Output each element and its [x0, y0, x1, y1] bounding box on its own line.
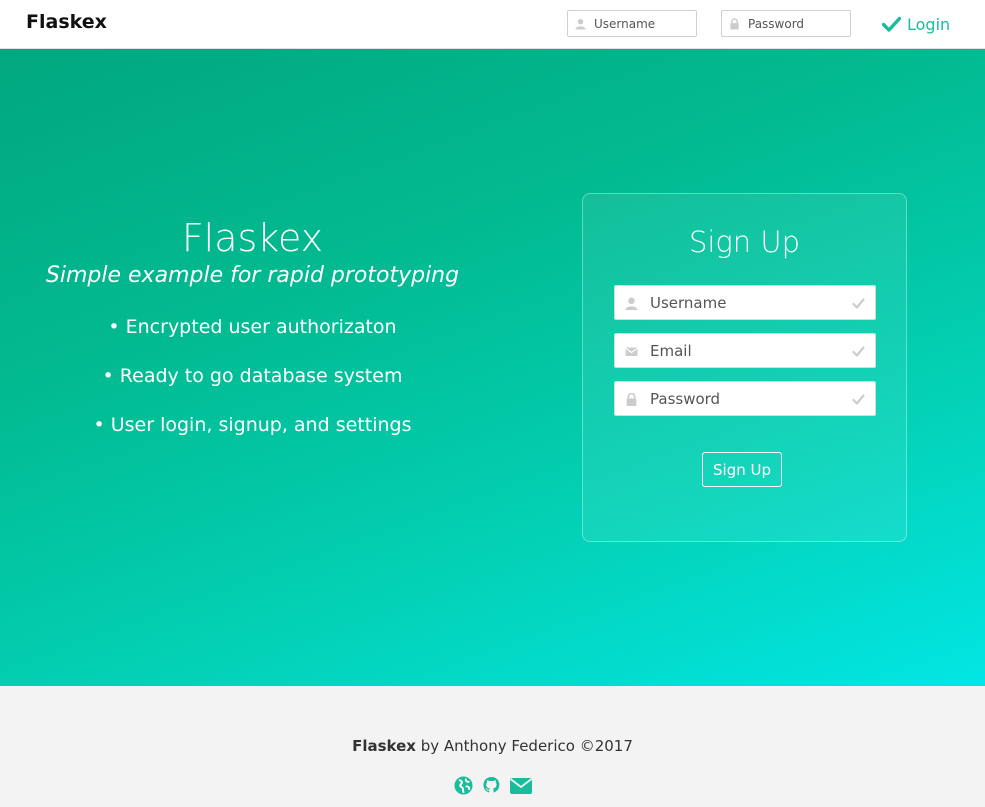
- hero-subtitle: Simple example for rapid prototyping: [45, 263, 460, 288]
- signup-password-input[interactable]: [650, 388, 845, 410]
- footer-credit-text: by Anthony Federico ©2017: [415, 737, 633, 755]
- feature-item: • Encrypted user authorizaton: [108, 316, 397, 338]
- signup-card: Sign Up Sign Up: [582, 193, 907, 542]
- lock-icon: [626, 393, 637, 406]
- navbar-username-input[interactable]: [594, 14, 694, 33]
- feature-item: • Ready to go database system: [102, 365, 403, 387]
- check-icon: [852, 346, 865, 357]
- navbar-password-input[interactable]: [748, 14, 848, 33]
- github-icon[interactable]: [482, 776, 501, 799]
- hero-title: Flaskex: [181, 216, 324, 260]
- globe-icon[interactable]: [453, 776, 473, 799]
- footer-brand: Flaskex: [352, 737, 416, 755]
- navbar-password-field[interactable]: [721, 10, 851, 37]
- social-links: [0, 776, 985, 799]
- hero-section: Flaskex Simple example for rapid prototy…: [0, 49, 985, 686]
- lock-icon: [730, 18, 739, 30]
- user-icon: [625, 297, 638, 310]
- footer: Flaskex by Anthony Federico ©2017: [0, 686, 985, 807]
- login-button[interactable]: Login: [882, 12, 950, 36]
- user-icon: [575, 18, 586, 30]
- login-label: Login: [907, 14, 951, 34]
- navbar-brand[interactable]: Flaskex: [26, 11, 107, 33]
- footer-credit: Flaskex by Anthony Federico ©2017: [0, 737, 985, 755]
- signup-email-input[interactable]: [650, 340, 845, 362]
- signup-password-field[interactable]: [614, 381, 876, 416]
- check-icon: [852, 394, 865, 405]
- signup-button[interactable]: Sign Up: [702, 452, 782, 487]
- signup-username-field[interactable]: [614, 285, 876, 320]
- signup-title: Sign Up: [688, 225, 801, 259]
- feature-item: • User login, signup, and settings: [93, 414, 412, 436]
- navbar: Flaskex Login: [0, 0, 985, 49]
- navbar-username-field[interactable]: [567, 10, 697, 37]
- signup-username-input[interactable]: [650, 292, 845, 314]
- check-icon: [882, 16, 901, 32]
- envelope-icon[interactable]: [509, 776, 532, 799]
- signup-email-field[interactable]: [614, 333, 876, 368]
- envelope-icon: [625, 347, 638, 356]
- check-icon: [852, 298, 865, 309]
